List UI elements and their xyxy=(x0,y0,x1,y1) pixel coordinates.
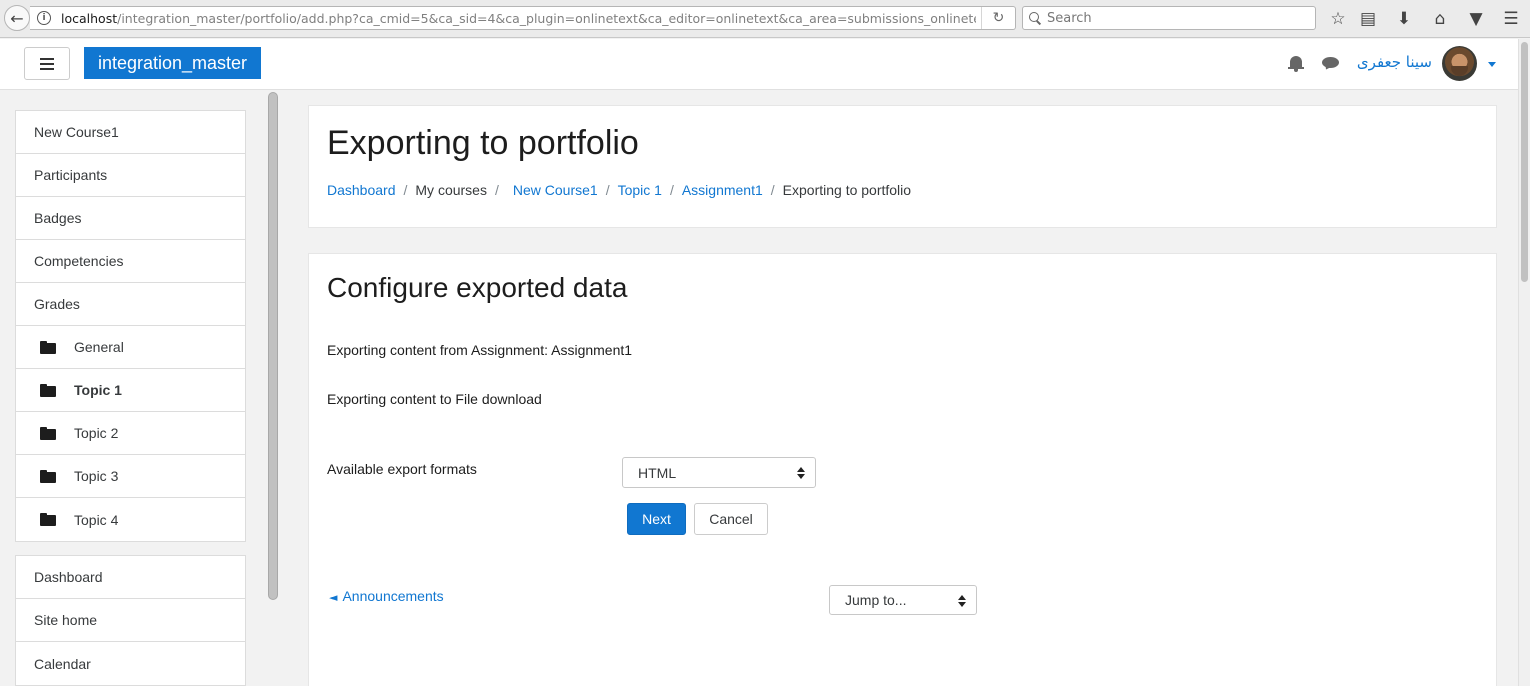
nav-item-competencies[interactable]: Competencies xyxy=(16,240,245,283)
breadcrumb-separator: / xyxy=(403,182,408,198)
main-content: Configure exported data Exporting conten… xyxy=(308,253,1497,686)
page-title: Exporting to portfolio xyxy=(327,124,639,162)
url-bar[interactable]: i localhost/integration_master/portfolio… xyxy=(30,6,1016,30)
export-target-text: Exporting content to File download xyxy=(327,391,542,407)
messages-chat-icon[interactable] xyxy=(1322,57,1340,72)
breadcrumb: Dashboard / My courses / New Course1 / T… xyxy=(327,182,911,198)
previous-activity-link[interactable]: ◄ Announcements xyxy=(329,588,444,604)
folder-icon xyxy=(40,340,56,354)
select-arrows-icon xyxy=(797,467,805,479)
notifications-bell-icon[interactable] xyxy=(1288,55,1304,73)
bookmark-star-icon[interactable]: ☆ xyxy=(1327,8,1349,30)
breadcrumb-topic[interactable]: Topic 1 xyxy=(618,182,662,198)
breadcrumb-my-courses: My courses xyxy=(415,182,487,198)
nav-item-badges[interactable]: Badges xyxy=(16,197,245,240)
nav-item-topic-3[interactable]: Topic 3 xyxy=(16,455,245,498)
breadcrumb-dashboard[interactable]: Dashboard xyxy=(327,182,396,198)
search-icon xyxy=(1029,12,1041,24)
site-nav-list: Dashboard Site home Calendar xyxy=(15,555,246,686)
breadcrumb-separator: / xyxy=(770,182,775,198)
url-text: localhost/integration_master/portfolio/a… xyxy=(61,10,976,26)
section-heading: Configure exported data xyxy=(327,272,628,303)
select-arrows-icon xyxy=(958,595,966,607)
nav-item-course[interactable]: New Course1 xyxy=(16,111,245,154)
back-arrow-icon[interactable]: ← xyxy=(4,5,30,31)
course-nav-list: New Course1 Participants Badges Competen… xyxy=(15,110,246,542)
avatar[interactable] xyxy=(1442,46,1477,81)
download-icon[interactable]: ⬇ xyxy=(1393,8,1415,30)
reading-list-icon[interactable]: ▤ xyxy=(1357,8,1379,30)
folder-icon xyxy=(40,513,56,526)
breadcrumb-separator: / xyxy=(494,182,499,198)
info-icon[interactable]: i xyxy=(37,11,51,25)
drawer-scrollbar-thumb[interactable] xyxy=(268,92,278,600)
folder-icon xyxy=(40,383,56,397)
nav-item-grades[interactable]: Grades xyxy=(16,283,245,326)
cancel-button[interactable]: Cancel xyxy=(694,503,768,535)
breadcrumb-separator: / xyxy=(605,182,610,198)
pocket-icon[interactable]: ▼ xyxy=(1465,8,1487,30)
browser-toolbar: ← i localhost/integration_master/portfol… xyxy=(0,0,1530,38)
export-format-select[interactable]: HTML xyxy=(622,457,816,488)
nav-drawer: New Course1 Participants Badges Competen… xyxy=(0,90,264,686)
user-menu-caret-icon[interactable] xyxy=(1488,62,1496,67)
export-source-text: Exporting content from Assignment: Assig… xyxy=(327,342,633,358)
breadcrumb-course[interactable]: New Course1 xyxy=(513,182,598,198)
browser-search-input[interactable]: Search xyxy=(1022,6,1316,30)
breadcrumb-assignment[interactable]: Assignment1 xyxy=(682,182,763,198)
nav-item-topic-2[interactable]: Topic 2 xyxy=(16,412,245,455)
nav-item-participants[interactable]: Participants xyxy=(16,154,245,197)
breadcrumb-current: Exporting to portfolio xyxy=(782,182,912,198)
user-name[interactable]: سینا جعفری xyxy=(1352,53,1432,71)
folder-icon xyxy=(40,469,56,483)
reload-icon[interactable]: ↻ xyxy=(981,7,1015,29)
breadcrumb-separator: / xyxy=(669,182,674,198)
nav-item-general[interactable]: General xyxy=(16,326,245,369)
export-formats-label: Available export formats xyxy=(327,461,477,477)
nav-item-topic-4[interactable]: Topic 4 xyxy=(16,498,245,541)
nav-item-calendar[interactable]: Calendar xyxy=(16,642,245,685)
nav-item-dashboard[interactable]: Dashboard xyxy=(16,556,245,599)
menu-icon[interactable]: ☰ xyxy=(1500,8,1522,30)
drawer-toggle-button[interactable] xyxy=(24,47,70,80)
nav-item-site-home[interactable]: Site home xyxy=(16,599,245,642)
page-scrollbar-thumb[interactable] xyxy=(1521,42,1528,282)
left-triangle-icon: ◄ xyxy=(329,591,338,604)
site-brand-link[interactable]: integration_master xyxy=(84,47,261,79)
nav-item-topic-1[interactable]: Topic 1 xyxy=(16,369,245,412)
page-header: Exporting to portfolio Dashboard / My co… xyxy=(308,105,1497,228)
folder-icon xyxy=(40,426,56,440)
site-navbar: integration_master سینا جعفری xyxy=(0,39,1530,90)
home-icon[interactable]: ⌂ xyxy=(1429,8,1451,30)
next-button[interactable]: Next xyxy=(627,503,686,535)
jump-to-select[interactable]: Jump to... xyxy=(829,585,977,615)
